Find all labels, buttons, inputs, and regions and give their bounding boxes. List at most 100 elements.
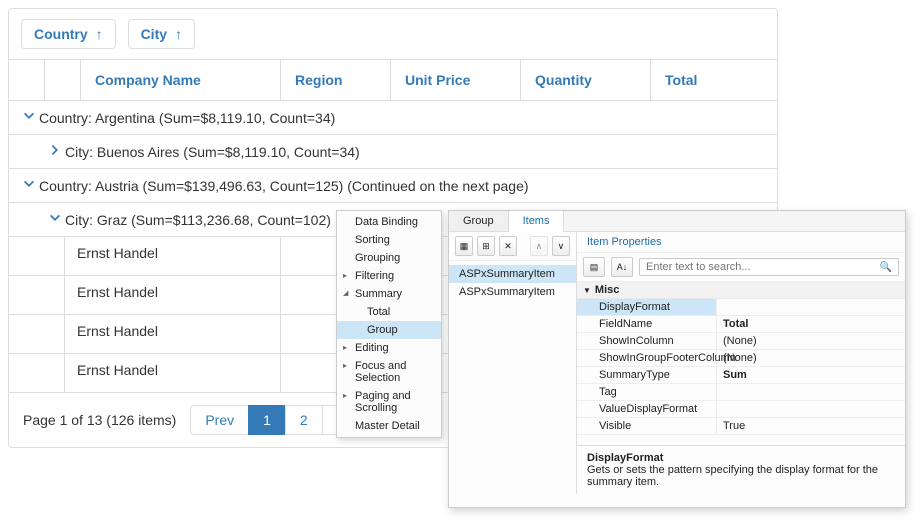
group-row[interactable]: City: Buenos Aires (Sum=$8,119.10, Count…	[9, 135, 777, 169]
prop-row-displayformat[interactable]: DisplayFormat	[577, 299, 905, 316]
group-row-text: City: Buenos Aires (Sum=$8,119.10, Count…	[65, 144, 360, 160]
prop-value[interactable]	[717, 299, 905, 315]
prop-name: FieldName	[577, 316, 717, 332]
prop-right-pane: Item Properties ▤ A↓ 🔍 ▼ Misc DisplayFor…	[577, 232, 905, 494]
tab-group[interactable]: Group	[449, 211, 509, 231]
header-expand-col	[9, 60, 45, 100]
prop-right-header: Item Properties	[577, 232, 905, 253]
row-indent	[9, 315, 65, 353]
ctx-item-data-binding[interactable]: Data Binding	[337, 213, 441, 231]
header-unit-price[interactable]: Unit Price	[391, 60, 521, 100]
prop-row-valuedisplayformat[interactable]: ValueDisplayFormat	[577, 401, 905, 418]
prop-row-tag[interactable]: Tag	[577, 384, 905, 401]
group-chip-label: Country	[34, 26, 88, 42]
prop-name: Visible	[577, 418, 717, 434]
remove-item-icon[interactable]: ✕	[499, 236, 517, 256]
header-company[interactable]: Company Name	[81, 60, 281, 100]
prop-value[interactable]: (None)	[717, 350, 905, 366]
ctx-item-master-detail[interactable]: Master Detail	[337, 417, 441, 435]
group-panel: Country ↑ City ↑	[9, 9, 777, 60]
prop-value[interactable]: Total	[717, 316, 905, 332]
summary-list-item[interactable]: ASPxSummaryItem	[449, 283, 576, 301]
header-region[interactable]: Region	[281, 60, 391, 100]
prop-name: SummaryType	[577, 367, 717, 383]
cell-company: Ernst Handel	[65, 237, 281, 275]
prop-description: DisplayFormat Gets or sets the pattern s…	[577, 445, 905, 494]
pager-prev[interactable]: Prev	[190, 405, 249, 435]
prop-row-visible[interactable]: VisibleTrue	[577, 418, 905, 435]
prop-name: DisplayFormat	[577, 299, 717, 315]
prop-search-input[interactable]	[646, 261, 880, 273]
categorized-icon[interactable]: ▤	[583, 257, 605, 277]
move-up-icon[interactable]: ∧	[530, 236, 548, 256]
column-header-row: Company Name Region Unit Price Quantity …	[9, 60, 777, 101]
chevron-right-icon[interactable]	[45, 143, 65, 160]
search-icon: 🔍	[880, 262, 892, 273]
group-chip-label: City	[141, 26, 167, 42]
pager-summary: Page 1 of 13 (126 items)	[23, 412, 176, 428]
group-row-text: Country: Austria (Sum=$139,496.63, Count…	[39, 178, 529, 194]
group-chip-city[interactable]: City ↑	[128, 19, 195, 49]
pager-page-2[interactable]: 2	[285, 405, 323, 435]
prop-row-fieldname[interactable]: FieldNameTotal	[577, 316, 905, 333]
chevron-down-icon[interactable]	[19, 109, 39, 126]
summary-list-item[interactable]: ASPxSummaryItem	[449, 265, 576, 283]
add-item-icon[interactable]: ▦	[455, 236, 473, 256]
prop-row-showincolumn[interactable]: ShowInColumn(None)	[577, 333, 905, 350]
prop-name: ShowInColumn	[577, 333, 717, 349]
prop-value[interactable]: True	[717, 418, 905, 434]
ctx-item-grouping[interactable]: Grouping	[337, 249, 441, 267]
move-down-icon[interactable]: ∨	[552, 236, 570, 256]
chevron-down-icon[interactable]	[19, 177, 39, 194]
group-row-text: Country: Argentina (Sum=$8,119.10, Count…	[39, 110, 335, 126]
prop-desc-title: DisplayFormat	[587, 452, 895, 464]
prop-category-label: Misc	[595, 284, 619, 296]
summary-item-list: ASPxSummaryItemASPxSummaryItem	[449, 261, 576, 305]
pager-buttons: Prev 1 2 3	[190, 405, 359, 435]
context-menu: Data BindingSortingGroupingFilteringSumm…	[336, 210, 442, 438]
ctx-item-filtering[interactable]: Filtering	[337, 267, 441, 285]
ctx-item-editing[interactable]: Editing	[337, 339, 441, 357]
ctx-item-group[interactable]: Group	[337, 321, 441, 339]
group-row-text: City: Graz (Sum=$113,236.68, Count=102)	[65, 212, 331, 228]
prop-desc-text: Gets or sets the pattern specifying the …	[587, 464, 895, 488]
properties-panel: Group Items ▦ ⊞ ✕ ∧ ∨ ASPxSummaryItemASP…	[448, 210, 906, 508]
prop-value[interactable]: (None)	[717, 333, 905, 349]
group-chip-country[interactable]: Country ↑	[21, 19, 116, 49]
prop-tabs: Group Items	[449, 211, 905, 232]
ctx-item-focus-and-selection[interactable]: Focus and Selection	[337, 357, 441, 387]
sort-asc-icon: ↑	[96, 26, 103, 42]
header-total[interactable]: Total	[651, 60, 777, 100]
group-row[interactable]: Country: Austria (Sum=$139,496.63, Count…	[9, 169, 777, 203]
ctx-item-summary[interactable]: Summary	[337, 285, 441, 303]
tab-items[interactable]: Items	[509, 211, 565, 232]
pager-page-1[interactable]: 1	[248, 405, 286, 435]
prop-left-toolbar: ▦ ⊞ ✕ ∧ ∨	[449, 232, 576, 261]
prop-value[interactable]: Sum	[717, 367, 905, 383]
prop-value[interactable]	[717, 401, 905, 417]
row-indent	[9, 354, 65, 392]
prop-value[interactable]	[717, 384, 905, 400]
ctx-item-paging-and-scrolling[interactable]: Paging and Scrolling	[337, 387, 441, 417]
prop-search[interactable]: 🔍	[639, 258, 899, 276]
chevron-down-icon[interactable]	[45, 211, 65, 228]
prop-name: ValueDisplayFormat	[577, 401, 717, 417]
prop-right-toolbar: ▤ A↓ 🔍	[577, 253, 905, 282]
ctx-item-total[interactable]: Total	[337, 303, 441, 321]
ctx-item-sorting[interactable]: Sorting	[337, 231, 441, 249]
prop-left-pane: ▦ ⊞ ✕ ∧ ∨ ASPxSummaryItemASPxSummaryItem	[449, 232, 577, 494]
header-quantity[interactable]: Quantity	[521, 60, 651, 100]
cell-company: Ernst Handel	[65, 354, 281, 392]
alphabetical-icon[interactable]: A↓	[611, 257, 633, 277]
prop-name: Tag	[577, 384, 717, 400]
insert-item-icon[interactable]: ⊞	[477, 236, 495, 256]
prop-name: ShowInGroupFooterColumn	[577, 350, 717, 366]
property-grid: ▼ Misc DisplayFormatFieldNameTotalShowIn…	[577, 282, 905, 445]
group-row[interactable]: Country: Argentina (Sum=$8,119.10, Count…	[9, 101, 777, 135]
prop-row-summarytype[interactable]: SummaryTypeSum	[577, 367, 905, 384]
collapse-icon: ▼	[583, 286, 591, 295]
prop-category-misc[interactable]: ▼ Misc	[577, 282, 905, 299]
sort-asc-icon: ↑	[175, 26, 182, 42]
cell-company: Ernst Handel	[65, 276, 281, 314]
prop-row-showingroupfootercolumn[interactable]: ShowInGroupFooterColumn(None)	[577, 350, 905, 367]
